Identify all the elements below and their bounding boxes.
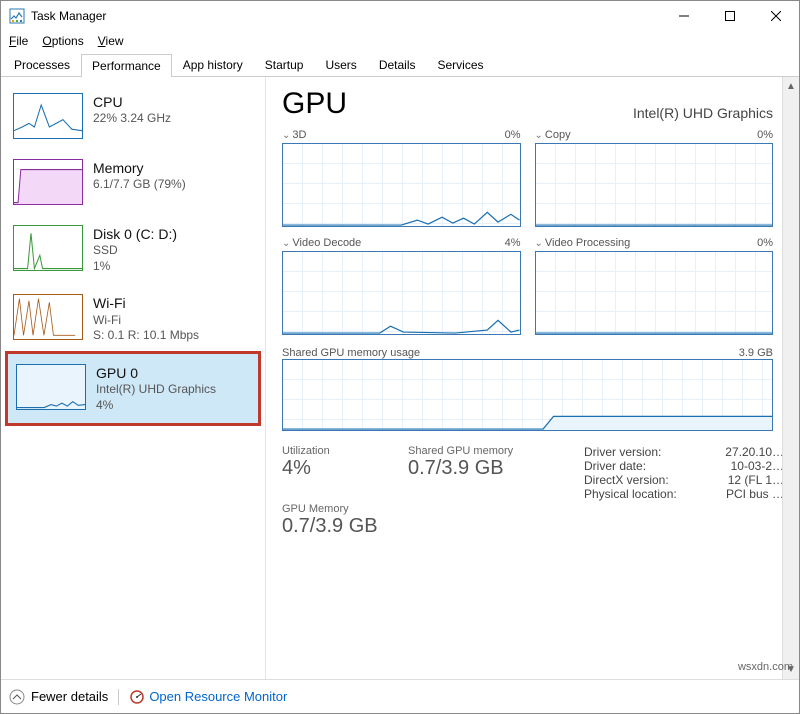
gpu-mem-value: 0.7/3.9 GB: [282, 515, 392, 538]
engine-decode-graph[interactable]: [282, 251, 521, 335]
sidebar-cpu-sub: 22% 3.24 GHz: [93, 111, 171, 127]
shared-graph[interactable]: [282, 359, 773, 431]
sidebar-disk-sub2: 1%: [93, 259, 177, 275]
close-button[interactable]: [753, 1, 799, 31]
menu-options[interactable]: Options: [42, 34, 83, 48]
engine-copy-graph[interactable]: [535, 143, 774, 227]
engine-decode: Video Decode 4%: [282, 237, 521, 335]
dx-label: DirectX version:: [584, 473, 669, 487]
engine-decode-label[interactable]: Video Decode: [282, 237, 361, 249]
sidebar-gpu-title: GPU 0: [96, 364, 216, 382]
tab-details[interactable]: Details: [368, 53, 427, 76]
chevron-up-circle-icon: [9, 689, 25, 705]
sidebar-wifi-sub: Wi-Fi: [93, 313, 199, 329]
orm-label: Open Resource Monitor: [149, 689, 287, 704]
shared-mem-label: Shared GPU memory: [408, 445, 568, 457]
gpu-mem-label: GPU Memory: [282, 503, 392, 515]
tab-performance[interactable]: Performance: [81, 54, 172, 77]
minimize-button[interactable]: [661, 1, 707, 31]
sidebar-memory-sub: 6.1/7.7 GB (79%): [93, 177, 186, 193]
phys-label: Physical location:: [584, 487, 677, 501]
body: CPU22% 3.24 GHz Memory6.1/7.7 GB (79%) D…: [1, 77, 799, 679]
menubar: File Options View: [1, 31, 799, 51]
engine-3d-label[interactable]: 3D: [282, 129, 306, 141]
engine-decode-pct: 4%: [505, 237, 521, 249]
sidebar-item-gpu[interactable]: GPU 0Intel(R) UHD Graphics4%: [5, 351, 261, 426]
fewer-details-label: Fewer details: [31, 689, 108, 704]
sidebar-gpu-sub2: 4%: [96, 398, 216, 414]
sidebar-item-cpu[interactable]: CPU22% 3.24 GHz: [1, 83, 265, 149]
tab-processes[interactable]: Processes: [3, 53, 81, 76]
tab-app-history[interactable]: App history: [172, 53, 254, 76]
stats-grid: Utilization4% Shared GPU memory0.7/3.9 G…: [282, 445, 773, 538]
sidebar-item-memory[interactable]: Memory6.1/7.7 GB (79%): [1, 149, 265, 215]
tab-users[interactable]: Users: [314, 53, 367, 76]
engine-copy-label[interactable]: Copy: [535, 129, 571, 141]
device-name: Intel(R) UHD Graphics: [633, 105, 773, 121]
tab-services[interactable]: Services: [427, 53, 495, 76]
drv-date-label: Driver date:: [584, 459, 646, 473]
dx-value: 12 (FL 1…: [728, 473, 784, 487]
sidebar-gpu-sub: Intel(R) UHD Graphics: [96, 382, 216, 398]
statusbar: Fewer details Open Resource Monitor: [1, 679, 799, 713]
util-label: Utilization: [282, 445, 392, 457]
engine-proc: Video Processing 0%: [535, 237, 774, 335]
shared-max: 3.9 GB: [739, 347, 773, 359]
watermark: wsxdn.com: [738, 661, 793, 673]
tab-startup[interactable]: Startup: [254, 53, 315, 76]
engine-3d-pct: 0%: [505, 129, 521, 141]
menu-view[interactable]: View: [98, 34, 124, 48]
sidebar-wifi-sub2: S: 0.1 R: 10.1 Mbps: [93, 328, 199, 344]
engine-copy-pct: 0%: [757, 129, 773, 141]
util-value: 4%: [282, 457, 392, 480]
maximize-button[interactable]: [707, 1, 753, 31]
sidebar-cpu-title: CPU: [93, 93, 171, 111]
sidebar-item-wifi[interactable]: Wi-FiWi-FiS: 0.1 R: 10.1 Mbps: [1, 284, 265, 353]
main-panel: GPU Intel(R) UHD Graphics 3D 0% Copy 0% Vi…: [266, 77, 799, 679]
engine-3d: 3D 0%: [282, 129, 521, 227]
task-manager-window: Task Manager File Options View Processes…: [0, 0, 800, 714]
engine-3d-graph[interactable]: [282, 143, 521, 227]
fewer-details-button[interactable]: Fewer details: [9, 689, 108, 705]
open-resource-monitor-link[interactable]: Open Resource Monitor: [129, 689, 287, 705]
scrollbar[interactable]: ▲▼: [782, 77, 799, 679]
sidebar-disk-title: Disk 0 (C: D:): [93, 225, 177, 243]
sidebar-item-disk[interactable]: Disk 0 (C: D:)SSD1%: [1, 215, 265, 284]
shared-label: Shared GPU memory usage: [282, 347, 420, 359]
engine-proc-graph[interactable]: [535, 251, 774, 335]
sidebar-wifi-title: Wi-Fi: [93, 294, 199, 312]
page-title: GPU: [282, 87, 347, 121]
drv-date-value: 10-03-2…: [731, 459, 784, 473]
sidebar-disk-sub: SSD: [93, 243, 177, 259]
shared-mem-value: 0.7/3.9 GB: [408, 457, 568, 480]
menu-file[interactable]: File: [9, 34, 28, 48]
sidebar-memory-title: Memory: [93, 159, 186, 177]
drv-ver-label: Driver version:: [584, 445, 661, 459]
resource-monitor-icon: [129, 689, 145, 705]
drv-ver-value: 27.20.10…: [725, 445, 784, 459]
tab-strip: Processes Performance App history Startu…: [1, 51, 799, 77]
engine-proc-pct: 0%: [757, 237, 773, 249]
engine-copy: Copy 0%: [535, 129, 774, 227]
titlebar: Task Manager: [1, 1, 799, 31]
phys-value: PCI bus …: [726, 487, 784, 501]
scroll-up-icon[interactable]: ▲: [782, 77, 799, 96]
titlebar-title: Task Manager: [31, 9, 106, 23]
sidebar: CPU22% 3.24 GHz Memory6.1/7.7 GB (79%) D…: [1, 77, 266, 679]
app-icon: [9, 8, 25, 24]
separator: [118, 689, 119, 705]
engine-proc-label[interactable]: Video Processing: [535, 237, 631, 249]
